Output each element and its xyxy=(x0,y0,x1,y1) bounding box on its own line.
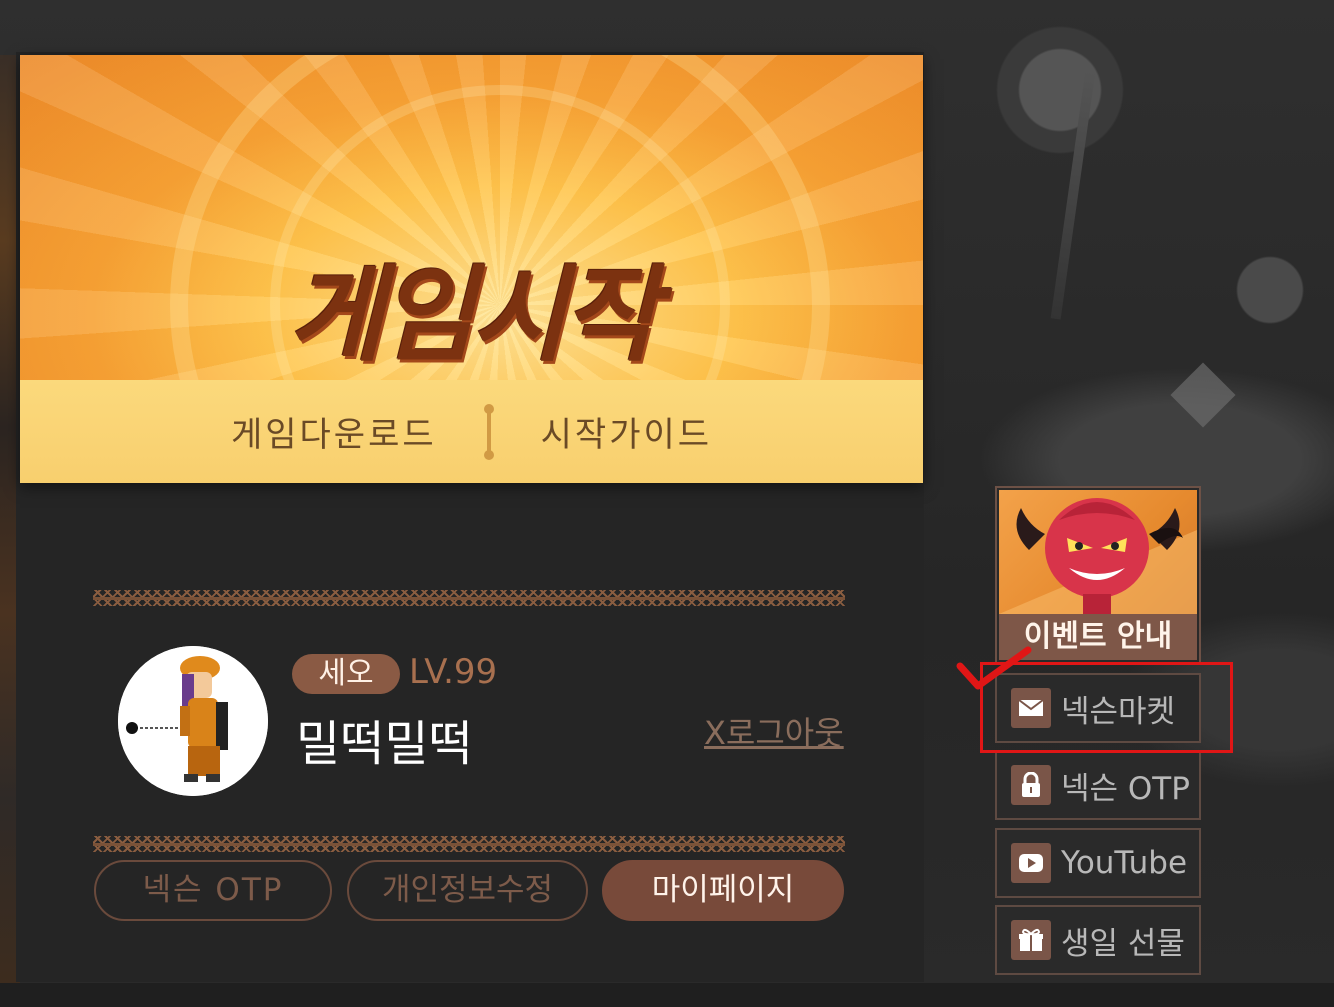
mypage-button[interactable]: 마이페이지 xyxy=(602,860,844,921)
youtube-label: YouTube xyxy=(1061,845,1188,881)
banner-footer: 게임다운로드 시작가이드 xyxy=(20,380,923,483)
event-info-button[interactable]: 이벤트 안내 xyxy=(995,486,1201,664)
character-name: 밀떡밀떡 xyxy=(296,716,473,772)
logout-link[interactable]: X로그아웃 xyxy=(704,708,844,754)
play-icon xyxy=(1011,843,1051,883)
game-download-link[interactable]: 게임다운로드 xyxy=(181,407,487,456)
character-sprite-icon xyxy=(118,646,268,796)
devil-mascot-icon xyxy=(999,498,1197,614)
chain-divider-top xyxy=(93,590,845,606)
edit-info-button[interactable]: 개인정보수정 xyxy=(347,860,588,921)
birthday-gift-button[interactable]: 생일 선물 xyxy=(995,905,1201,975)
nexon-otp-button[interactable]: 넥슨 OTP xyxy=(94,860,332,921)
lock-icon xyxy=(1011,765,1051,805)
event-mascot-image xyxy=(999,490,1197,614)
side-nexon-otp-label: 넥슨 OTP xyxy=(1061,770,1190,807)
game-start-title[interactable]: 게임시작 xyxy=(20,230,923,381)
server-badge: 세오 xyxy=(292,654,400,694)
bottom-strip xyxy=(0,983,1334,1007)
start-guide-link[interactable]: 시작가이드 xyxy=(491,407,762,456)
character-avatar xyxy=(118,646,268,796)
youtube-button[interactable]: YouTube xyxy=(995,828,1201,898)
banner-separator xyxy=(483,403,494,460)
birthday-gift-label: 생일 선물 xyxy=(1061,925,1185,962)
character-level: LV.99 xyxy=(409,652,498,692)
game-start-banner[interactable]: 게임시작 게임다운로드 시작가이드 xyxy=(20,55,923,483)
side-nexon-otp-button[interactable]: 넥슨 OTP xyxy=(995,750,1201,820)
gift-icon xyxy=(1011,920,1051,960)
annotation-checkmark-icon xyxy=(956,646,1032,690)
chain-divider-bottom xyxy=(93,836,845,852)
